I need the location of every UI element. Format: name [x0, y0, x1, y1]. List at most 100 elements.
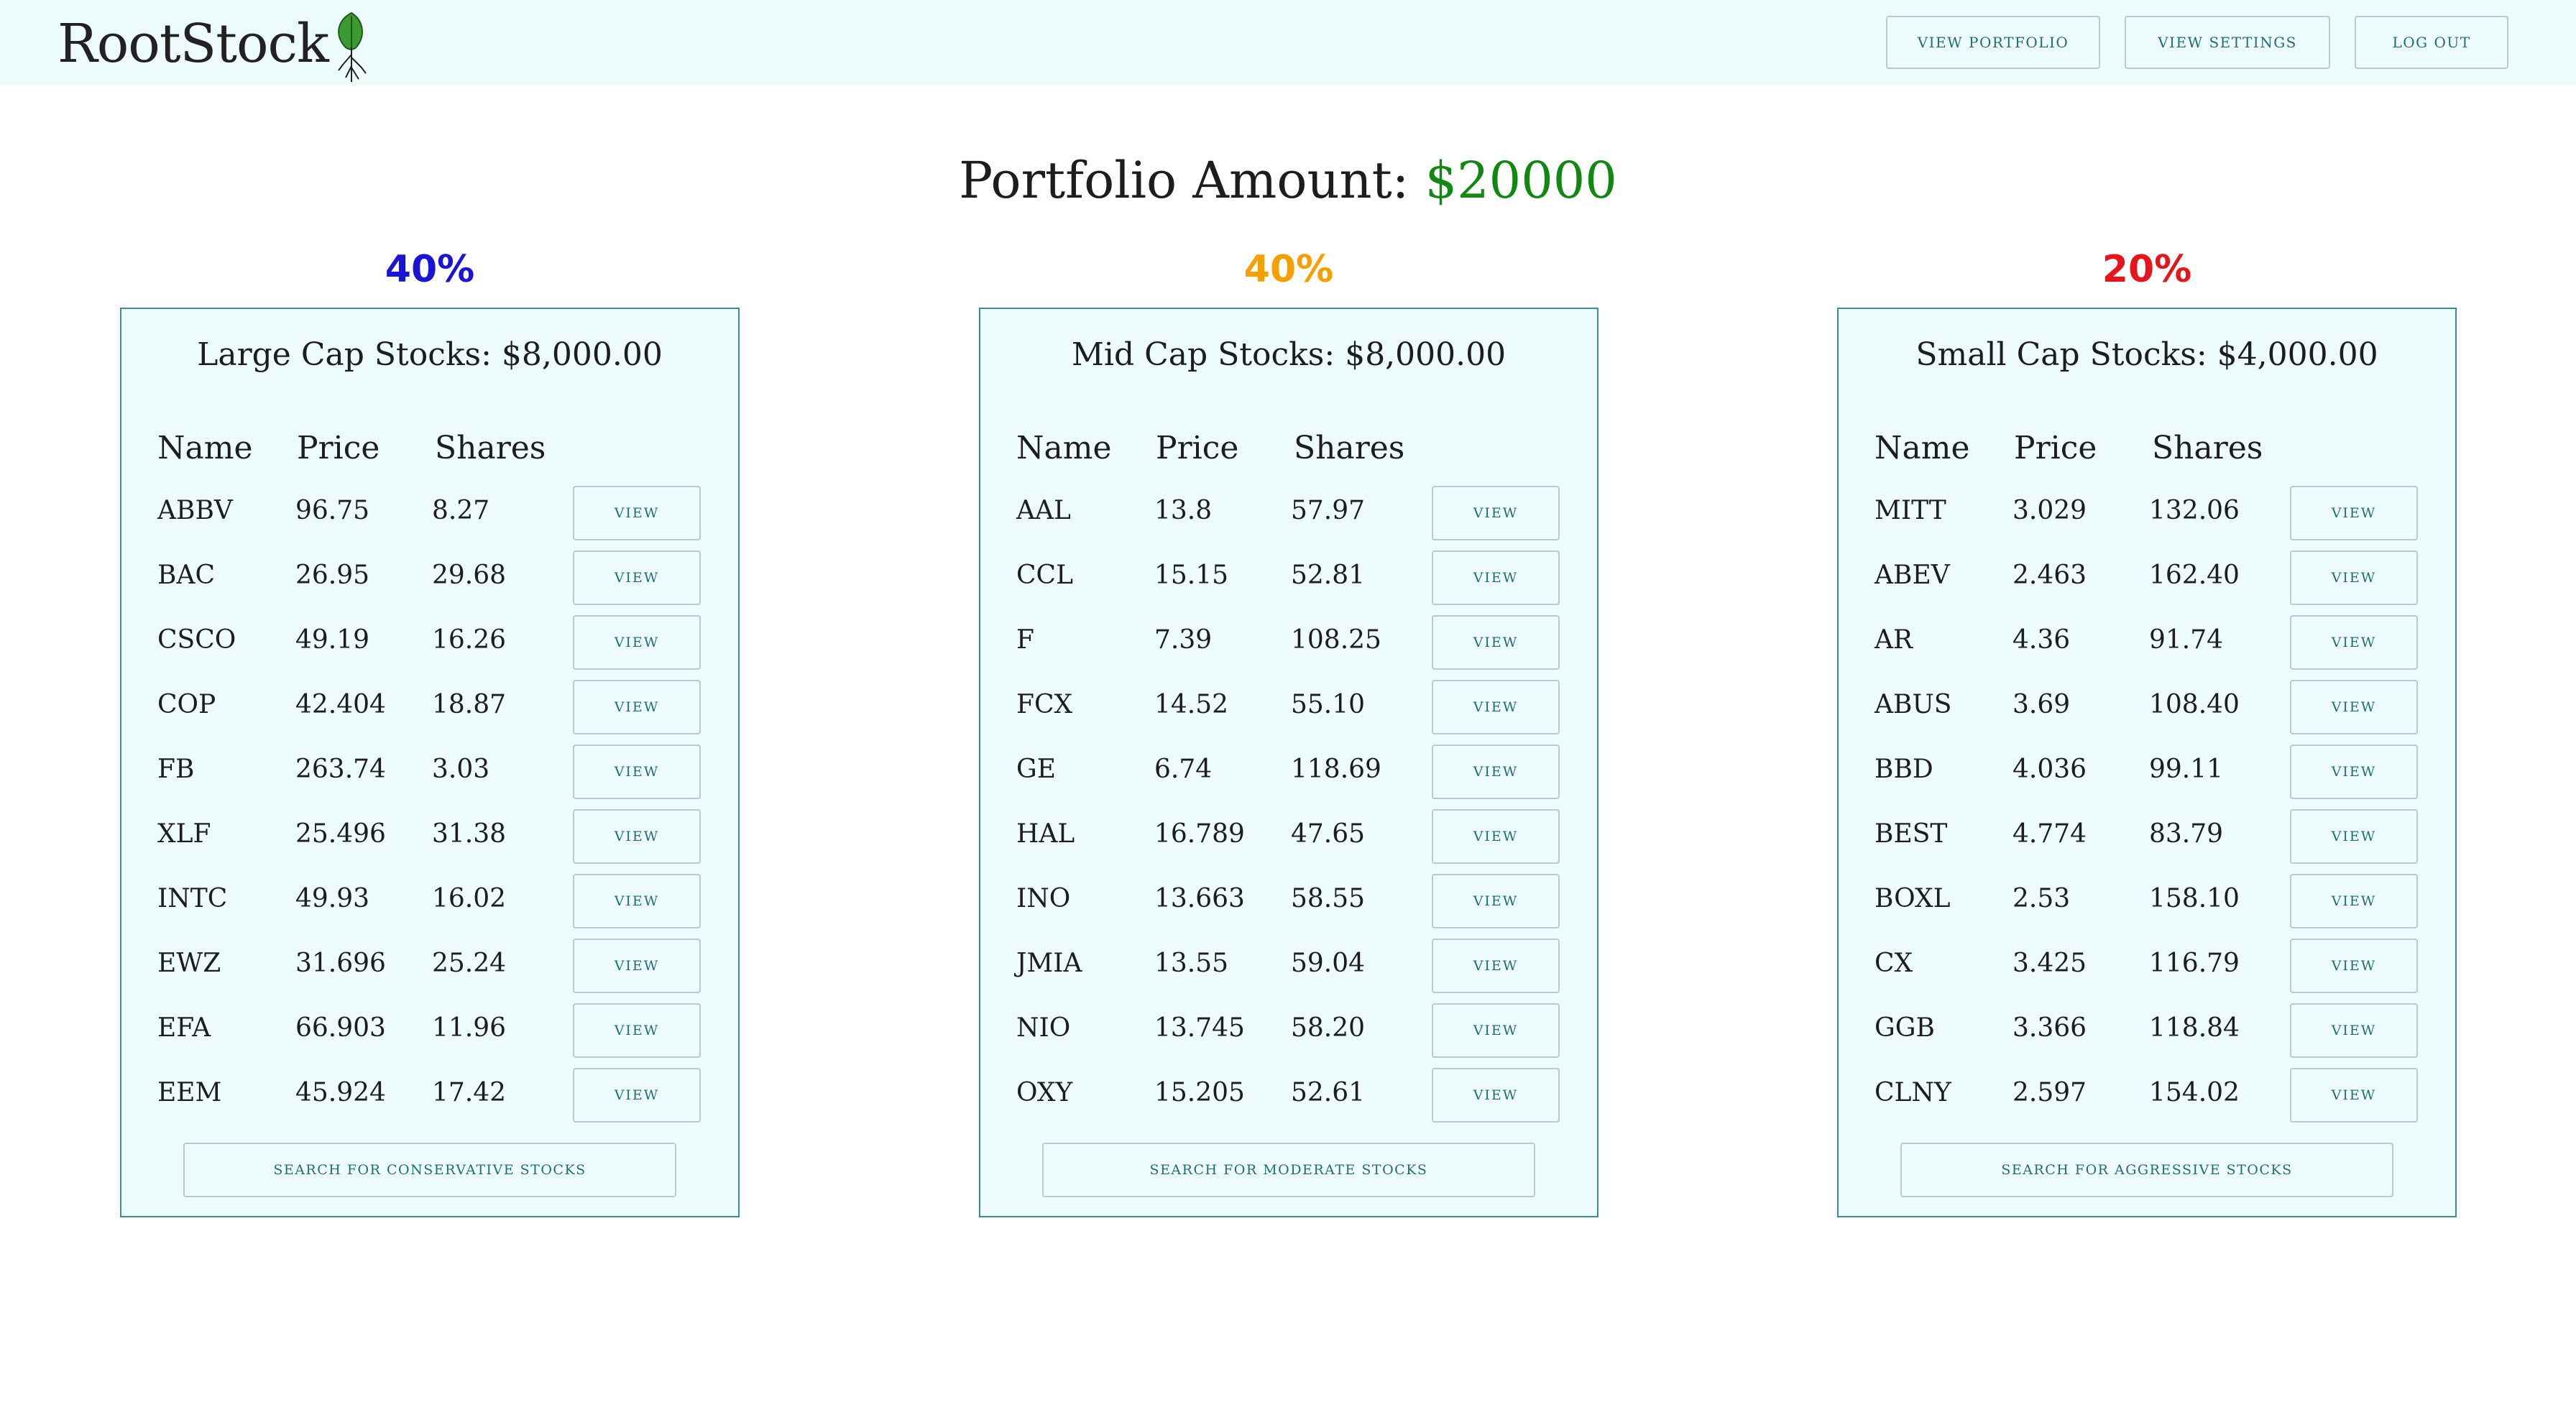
- view-stock-button[interactable]: VIEW: [1432, 680, 1560, 734]
- stock-shares: 58.55: [1291, 884, 1366, 913]
- search-stocks-button[interactable]: SEARCH FOR CONSERVATIVE STOCKS: [183, 1143, 676, 1197]
- view-stock-button[interactable]: VIEW: [573, 486, 701, 540]
- view-stock-button[interactable]: VIEW: [2290, 809, 2418, 864]
- stock-shares: 55.10: [1291, 690, 1366, 719]
- stock-name: BEST: [1874, 819, 1948, 849]
- stock-price: 66.903: [295, 1013, 386, 1043]
- view-stock-button[interactable]: VIEW: [2290, 1068, 2418, 1123]
- stock-row: BBD 4.036 99.11 VIEW: [1839, 745, 2455, 809]
- column-header-name: Name: [1016, 430, 1112, 466]
- view-stock-button[interactable]: VIEW: [2290, 874, 2418, 928]
- stock-category-card: Mid Cap Stocks: $8,000.00 Name Price Sha…: [979, 308, 1598, 1217]
- stock-shares: 99.11: [2149, 755, 2224, 784]
- portfolio-amount-label: Portfolio Amount:: [959, 151, 1409, 210]
- stock-name: ABBV: [157, 496, 233, 525]
- view-stock-button[interactable]: VIEW: [2290, 745, 2418, 799]
- stock-name: INO: [1016, 884, 1071, 913]
- view-stock-button[interactable]: VIEW: [2290, 680, 2418, 734]
- stock-row: CX 3.425 116.79 VIEW: [1839, 939, 2455, 1003]
- stock-price: 4.036: [2012, 755, 2087, 784]
- view-stock-button[interactable]: VIEW: [1432, 550, 1560, 605]
- view-stock-button[interactable]: VIEW: [573, 745, 701, 799]
- stock-name: EEM: [157, 1078, 222, 1107]
- view-stock-button[interactable]: VIEW: [573, 550, 701, 605]
- logo[interactable]: RootStock: [58, 4, 374, 83]
- stock-price: 16.789: [1154, 819, 1245, 849]
- column-header-shares: Shares: [435, 430, 546, 466]
- stock-name: INTC: [157, 884, 228, 913]
- stock-row: CLNY 2.597 154.02 VIEW: [1839, 1068, 2455, 1133]
- log-out-button[interactable]: LOG OUT: [2355, 16, 2508, 69]
- stock-list: MITT 3.029 132.06 VIEW ABEV 2.463 162.40…: [1839, 486, 2455, 1133]
- view-stock-button[interactable]: VIEW: [1432, 939, 1560, 993]
- stock-row: MITT 3.029 132.06 VIEW: [1839, 486, 2455, 550]
- stock-name: EFA: [157, 1013, 211, 1043]
- view-stock-button[interactable]: VIEW: [1432, 874, 1560, 928]
- stock-name: CX: [1874, 949, 1913, 978]
- view-stock-button[interactable]: VIEW: [2290, 550, 2418, 605]
- view-stock-button[interactable]: VIEW: [2290, 1003, 2418, 1058]
- stock-shares: 132.06: [2149, 496, 2240, 525]
- view-stock-button[interactable]: VIEW: [1432, 615, 1560, 670]
- column-header-price: Price: [2014, 430, 2097, 466]
- view-stock-button[interactable]: VIEW: [573, 1003, 701, 1058]
- view-stock-button[interactable]: VIEW: [1432, 1003, 1560, 1058]
- stock-shares: 18.87: [432, 690, 507, 719]
- stock-price: 4.36: [2012, 625, 2071, 655]
- stock-row: XLF 25.496 31.38 VIEW: [121, 809, 738, 874]
- stock-category-card: Small Cap Stocks: $4,000.00 Name Price S…: [1837, 308, 2457, 1217]
- view-stock-button[interactable]: VIEW: [573, 939, 701, 993]
- view-stock-button[interactable]: VIEW: [1432, 745, 1560, 799]
- stock-name: COP: [157, 690, 216, 719]
- view-stock-button[interactable]: VIEW: [573, 874, 701, 928]
- stock-price: 15.15: [1154, 561, 1229, 590]
- column-header-price: Price: [297, 430, 380, 466]
- stock-price: 15.205: [1154, 1078, 1245, 1107]
- stock-row: ABEV 2.463 162.40 VIEW: [1839, 550, 2455, 615]
- stock-category-column: 40% Large Cap Stocks: $8,000.00 Name Pri…: [120, 244, 740, 1217]
- stock-list: AAL 13.8 57.97 VIEW CCL 15.15 52.81 VIEW…: [980, 486, 1597, 1133]
- view-stock-button[interactable]: VIEW: [2290, 939, 2418, 993]
- view-stock-button[interactable]: VIEW: [1432, 1068, 1560, 1123]
- stock-shares: 57.97: [1291, 496, 1366, 525]
- stock-name: BOXL: [1874, 884, 1951, 913]
- stock-name: CSCO: [157, 625, 236, 655]
- stock-shares: 29.68: [432, 561, 507, 590]
- stock-shares: 83.79: [2149, 819, 2224, 849]
- stock-row: EEM 45.924 17.42 VIEW: [121, 1068, 738, 1133]
- stock-price: 263.74: [295, 755, 386, 784]
- stock-price: 31.696: [295, 949, 386, 978]
- stock-row: COP 42.404 18.87 VIEW: [121, 680, 738, 745]
- column-header-name: Name: [1874, 430, 1970, 466]
- stock-price: 96.75: [295, 496, 370, 525]
- stock-name: CLNY: [1874, 1078, 1951, 1107]
- view-stock-button[interactable]: VIEW: [1432, 486, 1560, 540]
- view-stock-button[interactable]: VIEW: [1432, 809, 1560, 864]
- view-stock-button[interactable]: VIEW: [573, 1068, 701, 1123]
- view-stock-button[interactable]: VIEW: [573, 615, 701, 670]
- stock-price: 3.69: [2012, 690, 2071, 719]
- view-stock-button[interactable]: VIEW: [2290, 486, 2418, 540]
- stock-row: FB 263.74 3.03 VIEW: [121, 745, 738, 809]
- category-title: Small Cap Stocks: $4,000.00: [1915, 336, 2378, 373]
- search-stocks-button[interactable]: SEARCH FOR MODERATE STOCKS: [1042, 1143, 1535, 1197]
- view-portfolio-button[interactable]: VIEW PORTFOLIO: [1886, 16, 2100, 69]
- stock-shares: 31.38: [432, 819, 507, 849]
- view-settings-button[interactable]: VIEW SETTINGS: [2125, 16, 2330, 69]
- stock-shares: 52.61: [1291, 1078, 1366, 1107]
- column-header-shares: Shares: [2152, 430, 2263, 466]
- view-stock-button[interactable]: VIEW: [2290, 615, 2418, 670]
- stock-shares: 118.69: [1291, 755, 1381, 784]
- view-stock-button[interactable]: VIEW: [573, 680, 701, 734]
- stock-shares: 11.96: [432, 1013, 507, 1043]
- search-stocks-button[interactable]: SEARCH FOR AGGRESSIVE STOCKS: [1900, 1143, 2393, 1197]
- stock-name: GE: [1016, 755, 1057, 784]
- stock-category-card: Large Cap Stocks: $8,000.00 Name Price S…: [120, 308, 740, 1217]
- stock-row: BEST 4.774 83.79 VIEW: [1839, 809, 2455, 874]
- stock-list: ABBV 96.75 8.27 VIEW BAC 26.95 29.68 VIE…: [121, 486, 738, 1133]
- stock-shares: 17.42: [432, 1078, 507, 1107]
- view-stock-button[interactable]: VIEW: [573, 809, 701, 864]
- stock-row: EFA 66.903 11.96 VIEW: [121, 1003, 738, 1068]
- stock-shares: 158.10: [2149, 884, 2240, 913]
- portfolio-amount-value: $20000: [1425, 151, 1617, 210]
